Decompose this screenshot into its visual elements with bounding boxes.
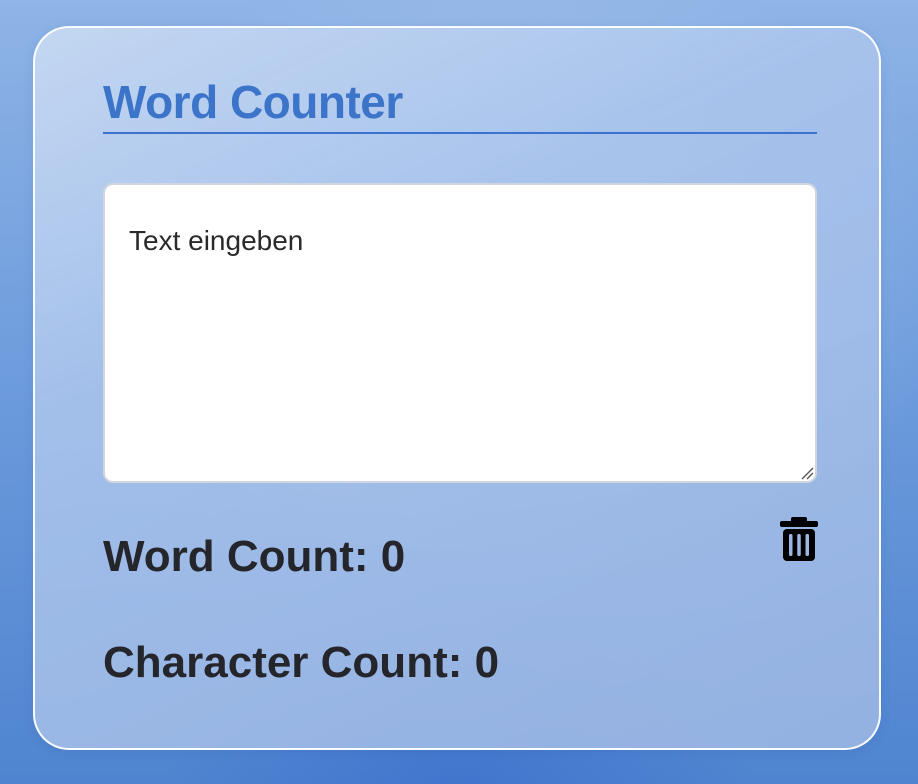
character-count-display: Character Count: 0 — [103, 638, 499, 688]
word-counter-card: Word Counter Word Count: 0 Character Cou… — [33, 26, 881, 750]
word-count-display: Word Count: 0 — [103, 532, 405, 582]
word-count-label: Word Count: — [103, 532, 369, 581]
text-input-container — [103, 183, 817, 483]
word-count-value: 0 — [380, 532, 406, 581]
character-count-value: 0 — [474, 638, 500, 687]
text-input[interactable] — [103, 183, 817, 483]
trash-icon[interactable] — [779, 516, 819, 562]
character-count-label: Character Count: — [103, 638, 463, 687]
title-container: Word Counter — [103, 76, 817, 134]
resize-handle-icon[interactable] — [799, 465, 815, 481]
page-title: Word Counter — [103, 76, 403, 128]
